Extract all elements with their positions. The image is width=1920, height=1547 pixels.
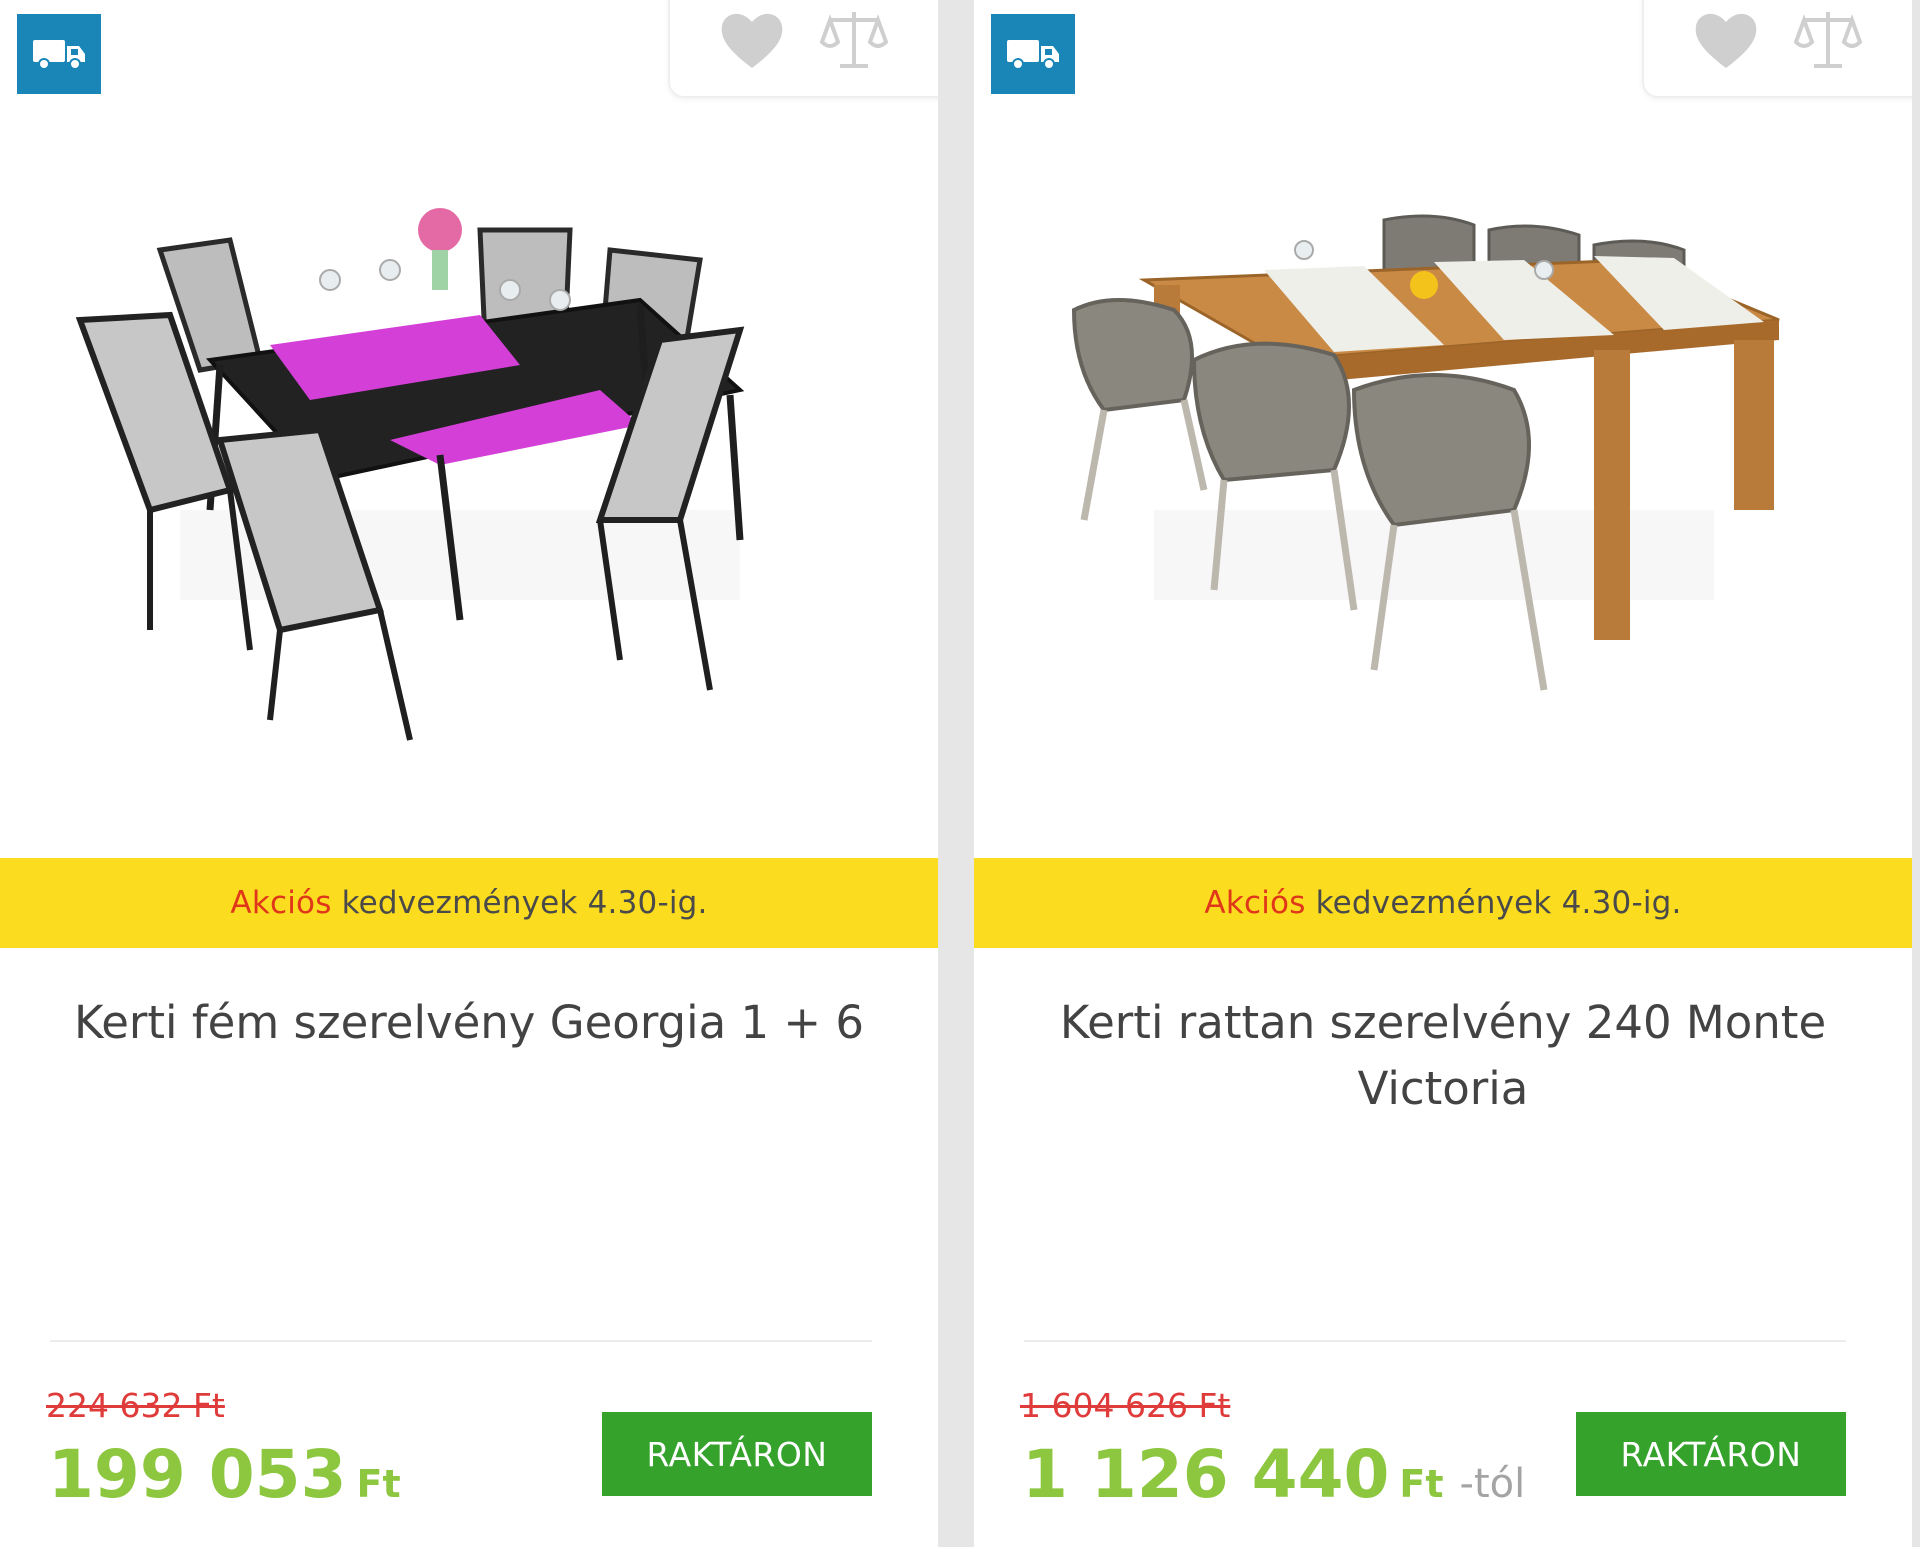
promo-banner: Akciós kedvezmények 4.30-ig.	[0, 858, 938, 948]
delivery-badge	[991, 14, 1075, 94]
delivery-truck-icon	[1007, 40, 1059, 70]
old-price: 1 604 626 Ft	[1020, 1386, 1231, 1425]
actions-panel	[1642, 0, 1912, 98]
current-price: 1 126 440 Ft -tól	[1022, 1436, 1525, 1513]
product-image[interactable]	[60, 190, 880, 750]
promo-accent: Akciós	[230, 885, 332, 921]
in-stock-button[interactable]: RAKTÁRON	[602, 1412, 872, 1496]
price-value: 199 053	[48, 1436, 347, 1513]
price-value: 1 126 440	[1022, 1436, 1390, 1513]
compare-scale-icon[interactable]	[820, 6, 888, 72]
product-title[interactable]: Kerti rattan szerelvény 240 Monte Victor…	[1014, 990, 1872, 1122]
current-price: 199 053 Ft	[48, 1436, 417, 1513]
product-card[interactable]: Akciós kedvezmények 4.30-ig. Kerti ratta…	[974, 0, 1912, 1547]
compare-scale-icon[interactable]	[1794, 6, 1862, 72]
price-suffix: -tól	[1459, 1461, 1526, 1507]
divider	[1024, 1340, 1846, 1342]
in-stock-button[interactable]: RAKTÁRON	[1576, 1412, 1846, 1496]
promo-text: kedvezmények 4.30-ig.	[331, 885, 708, 921]
heart-icon[interactable]	[1692, 8, 1760, 72]
old-price: 224 632 Ft	[46, 1386, 225, 1425]
product-image[interactable]	[1034, 190, 1854, 750]
heart-icon[interactable]	[718, 8, 786, 72]
delivery-truck-icon	[33, 40, 85, 70]
actions-panel	[668, 0, 938, 98]
price-currency: Ft	[356, 1462, 401, 1506]
promo-accent: Akciós	[1204, 885, 1306, 921]
product-title[interactable]: Kerti fém szerelvény Georgia 1 + 6	[40, 990, 898, 1056]
promo-text: kedvezmények 4.30-ig.	[1305, 885, 1682, 921]
promo-banner: Akciós kedvezmények 4.30-ig.	[974, 858, 1912, 948]
divider	[50, 1340, 872, 1342]
product-card[interactable]: Akciós kedvezmények 4.30-ig. Kerti fém s…	[0, 0, 938, 1547]
delivery-badge	[17, 14, 101, 94]
price-currency: Ft	[1399, 1462, 1444, 1506]
